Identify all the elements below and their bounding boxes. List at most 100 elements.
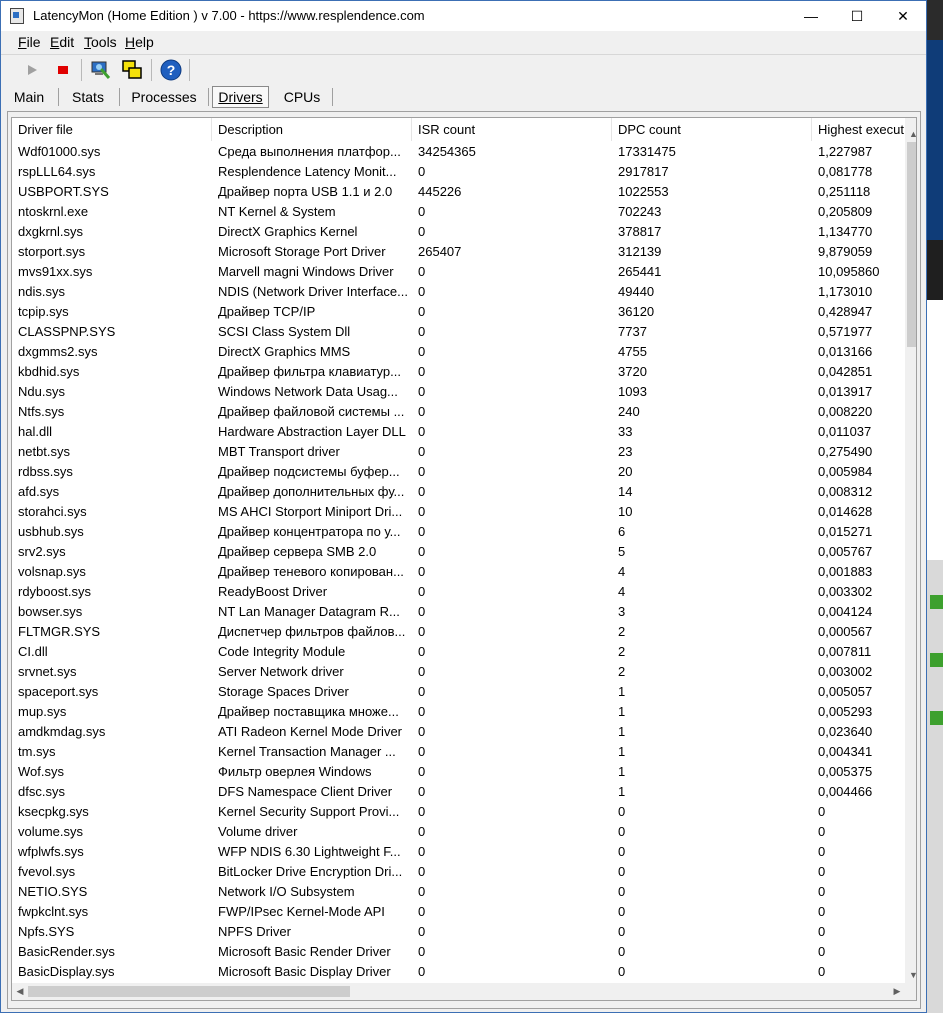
table-row[interactable]: BasicRender.sys Microsoft Basic Render Dr… <box>12 942 905 962</box>
table-row[interactable]: dxgmms2.sys DirectX Graphics MMS 0 4755 0,01… <box>12 342 905 362</box>
cell-dpc-count: 6 <box>618 524 626 539</box>
table-row[interactable]: mup.sys Драйвер поставщика множе... 0 1 0,00… <box>12 702 905 722</box>
table-row[interactable]: BasicDisplay.sys Microsoft Basic Display … <box>12 962 905 982</box>
menu-file[interactable]: File <box>18 34 41 50</box>
horizontal-scrollbar[interactable]: ◀ ▶ <box>12 983 905 1000</box>
close-button[interactable]: ✕ <box>880 1 926 31</box>
cell-dpc-count: 4 <box>618 564 626 579</box>
table-row[interactable]: netbt.sys MBT Transport driver 0 23 0,275490 <box>12 442 905 462</box>
cell-isr-count: 0 <box>418 744 426 759</box>
table-row[interactable]: tcpip.sys Драйвер TCP/IP 0 36120 0,428947 <box>12 302 905 322</box>
table-row[interactable]: usbhub.sys Драйвер концентратора по у... 0… <box>12 522 905 542</box>
table-row[interactable]: ntoskrnl.exe NT Kernel & System 0 702243 0,2… <box>12 202 905 222</box>
tab-main[interactable]: Main <box>7 86 51 108</box>
cell-dpc-count: 240 <box>618 404 640 419</box>
tab-stats[interactable]: Stats <box>63 86 113 108</box>
cell-dpc-count: 702243 <box>618 204 662 219</box>
table-row[interactable]: CLASSPNP.SYS SCSI Class System Dll 0 7737 0,… <box>12 322 905 342</box>
table-row[interactable]: tm.sys Kernel Transaction Manager ... 0 1 0,… <box>12 742 905 762</box>
table-row[interactable]: volsnap.sys Драйвер теневого копирован...… <box>12 562 905 582</box>
table-row[interactable]: rdyboost.sys ReadyBoost Driver 0 4 0,003302 <box>12 582 905 602</box>
cell-description: Kernel Security Support Provi... <box>218 804 400 819</box>
tab-label: CPUs <box>283 89 321 105</box>
stop-button[interactable] <box>51 58 75 82</box>
scroll-right-icon[interactable]: ▶ <box>889 983 905 1000</box>
cell-driver-file: srv2.sys <box>18 544 66 559</box>
table-row[interactable]: dxgkrnl.sys DirectX Graphics Kernel 0 37881… <box>12 222 905 242</box>
cell-isr-count: 0 <box>418 344 426 359</box>
table-row[interactable]: srv2.sys Драйвер сервера SMB 2.0 0 5 0,00576… <box>12 542 905 562</box>
cell-driver-file: kbdhid.sys <box>18 364 80 379</box>
table-row[interactable]: amdkmdag.sys ATI Radeon Kernel Mode Drive… <box>12 722 905 742</box>
column-header-isr-count[interactable]: ISR count <box>412 118 612 141</box>
table-row[interactable]: fwpkclnt.sys FWP/IPsec Kernel-Mode API 0 0 0 <box>12 902 905 922</box>
vertical-scrollbar[interactable]: ▲ ▼ <box>905 118 916 984</box>
table-row[interactable]: dfsc.sys DFS Namespace Client Driver 0 1 0,0… <box>12 782 905 802</box>
cell-description: Microsoft Basic Render Driver <box>218 944 391 959</box>
table-row[interactable]: fvevol.sys BitLocker Drive Encryption Dri… <box>12 862 905 882</box>
column-header-description[interactable]: Description <box>212 118 412 141</box>
column-header-dpc-count[interactable]: DPC count <box>612 118 812 141</box>
table-row[interactable]: spaceport.sys Storage Spaces Driver 0 1 0,00… <box>12 682 905 702</box>
scroll-down-icon[interactable]: ▼ <box>905 966 916 983</box>
table-row[interactable]: rdbss.sys Драйвер подсистемы буфер... 0 20 0… <box>12 462 905 482</box>
cell-driver-file: fvevol.sys <box>18 864 76 879</box>
scroll-up-icon[interactable]: ▲ <box>905 125 916 142</box>
windows-button[interactable] <box>120 58 144 82</box>
table-row[interactable]: Wdf01000.sys Среда выполнения платфор... 3… <box>12 142 905 162</box>
maximize-button[interactable]: ☐ <box>834 1 880 31</box>
help-button[interactable]: ? <box>159 58 183 82</box>
stop-icon <box>58 66 68 74</box>
column-header-driver-file[interactable]: Driver file <box>12 118 212 141</box>
table-row[interactable]: ndis.sys NDIS (Network Driver Interface..… <box>12 282 905 302</box>
horizontal-scroll-thumb[interactable] <box>28 986 350 997</box>
column-header-highest-execution[interactable]: Highest execut <box>812 118 905 141</box>
table-row[interactable]: Wof.sys Фильтр оверлея Windows 0 1 0,005375 <box>12 762 905 782</box>
table-row[interactable]: rspLLL64.sys Resplendence Latency Monit..… <box>12 162 905 182</box>
cell-description: Server Network driver <box>218 664 344 679</box>
tab-cpus[interactable]: CPUs <box>277 86 327 108</box>
table-row[interactable]: FLTMGR.SYS Диспетчер фильтров файлов... 0 2… <box>12 622 905 642</box>
table-row[interactable]: CI.dll Code Integrity Module 0 2 0,007811 <box>12 642 905 662</box>
cell-description: MBT Transport driver <box>218 444 340 459</box>
table-row[interactable]: wfplwfs.sys WFP NDIS 6.30 Lightweight F..… <box>12 842 905 862</box>
table-row[interactable]: NETIO.SYS Network I/O Subsystem 0 0 0 <box>12 882 905 902</box>
monitor-button[interactable] <box>88 58 112 82</box>
table-row[interactable]: Ntfs.sys Драйвер файловой системы ... 0 240… <box>12 402 905 422</box>
cell-highest-execution: 10,095860 <box>818 264 880 279</box>
cell-description: NDIS (Network Driver Interface... <box>218 284 408 299</box>
cell-highest-execution: 0,003002 <box>818 664 873 679</box>
cell-highest-execution: 0,008312 <box>818 484 873 499</box>
menu-tools[interactable]: Tools <box>84 34 117 50</box>
start-button[interactable] <box>20 58 44 82</box>
table-row[interactable]: hal.dll Hardware Abstraction Layer DLL 0 33… <box>12 422 905 442</box>
menu-edit[interactable]: Edit <box>50 34 74 50</box>
cell-description: Фильтр оверлея Windows <box>218 764 372 779</box>
table-row[interactable]: volume.sys Volume driver 0 0 0 <box>12 822 905 842</box>
table-row[interactable]: Ndu.sys Windows Network Data Usag... 0 1093… <box>12 382 905 402</box>
table-row[interactable]: afd.sys Драйвер дополнительных фу... 0 14 0,… <box>12 482 905 502</box>
tab-label: Main <box>13 89 45 105</box>
scroll-left-icon[interactable]: ◀ <box>12 983 28 1000</box>
table-row[interactable]: storahci.sys MS AHCI Storport Miniport Dr… <box>12 502 905 522</box>
cell-description: Code Integrity Module <box>218 644 346 659</box>
table-row[interactable]: srvnet.sys Server Network driver 0 2 0,00300… <box>12 662 905 682</box>
cell-isr-count: 0 <box>418 164 426 179</box>
menu-help[interactable]: Help <box>125 34 154 50</box>
table-row[interactable]: ksecpkg.sys Kernel Security Support Provi… <box>12 802 905 822</box>
cell-isr-count: 0 <box>418 304 426 319</box>
table-row[interactable]: Npfs.SYS NPFS Driver 0 0 0 <box>12 922 905 942</box>
minimize-button[interactable]: — <box>788 1 834 31</box>
monitor-icon <box>91 61 111 79</box>
table-row[interactable]: mvs91xx.sys Marvell magni Windows Driver 0… <box>12 262 905 282</box>
table-row[interactable]: USBPORT.SYS Драйвер порта USB 1.1 и 2.0 44… <box>12 182 905 202</box>
cell-isr-count: 0 <box>418 864 426 879</box>
vertical-scroll-thumb[interactable] <box>907 142 916 347</box>
table-row[interactable]: storport.sys Microsoft Storage Port Drive… <box>12 242 905 262</box>
table-row[interactable]: bowser.sys NT Lan Manager Datagram R... 0 3… <box>12 602 905 622</box>
tab-processes[interactable]: Processes <box>124 86 204 108</box>
cell-highest-execution: 0 <box>818 944 826 959</box>
cell-highest-execution: 0 <box>818 844 826 859</box>
table-row[interactable]: kbdhid.sys Драйвер фильтра клавиатур... 0 3… <box>12 362 905 382</box>
tab-drivers[interactable]: Drivers <box>212 86 269 108</box>
